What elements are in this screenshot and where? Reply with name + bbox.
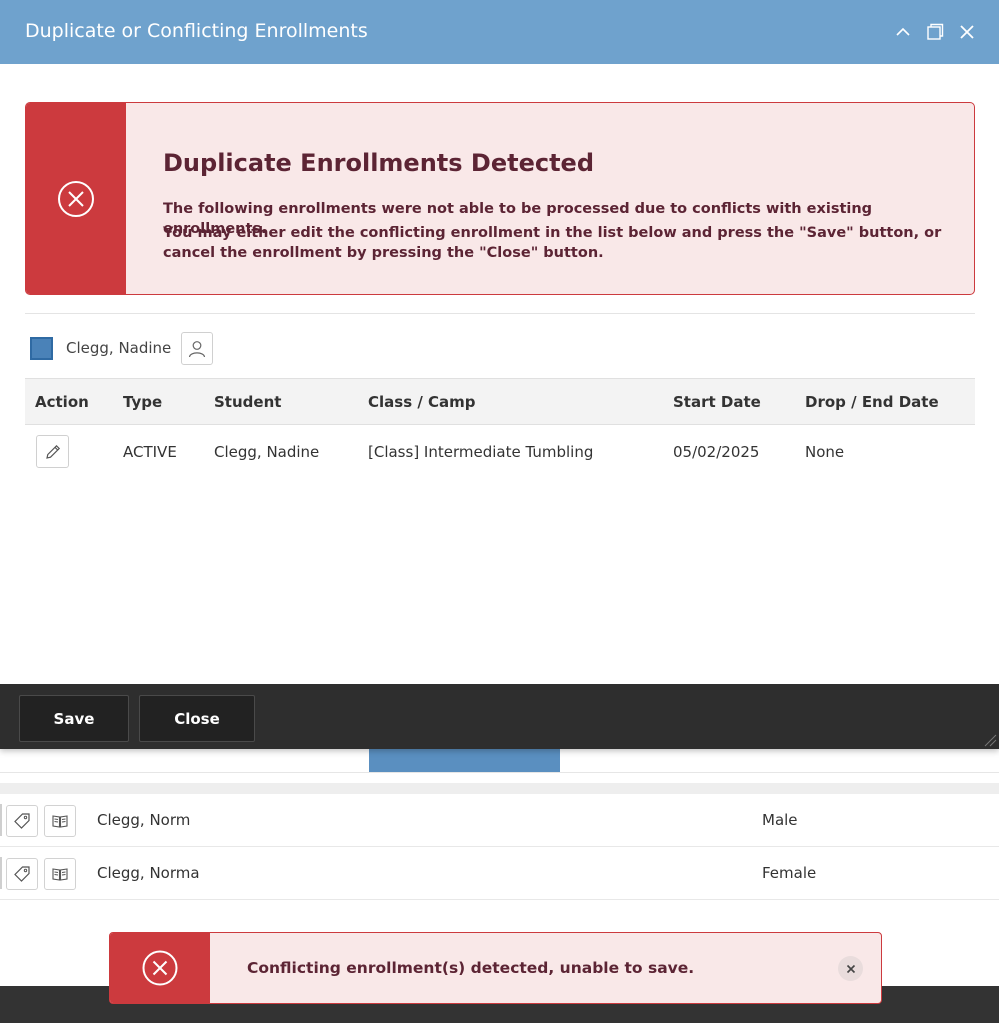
error-toast: Conflicting enrollment(s) detected, unab…	[109, 932, 882, 1004]
divider	[0, 783, 999, 794]
alert-instructions: You may either edit the conflicting enro…	[163, 225, 942, 261]
book-icon	[52, 868, 68, 881]
column-header-action: Action	[35, 393, 89, 411]
book-button[interactable]	[44, 858, 76, 890]
enrollment-student: Clegg, Nadine	[214, 443, 320, 461]
tag-button[interactable]	[6, 805, 38, 837]
alert-title: Duplicate Enrollments Detected	[163, 149, 595, 177]
table-row: Clegg, Norma Female	[0, 847, 999, 900]
enrollment-class: [Class] Intermediate Tumbling	[368, 443, 594, 461]
maximize-button[interactable]	[925, 22, 945, 42]
column-header-end-date: Drop / End Date	[805, 393, 939, 411]
enrollment-start-date: 05/02/2025	[673, 443, 760, 461]
grid-header: Action Type Student Class / Camp Start D…	[25, 378, 975, 425]
column-header-type: Type	[123, 393, 163, 411]
column-header-start-date: Start Date	[673, 393, 761, 411]
book-button[interactable]	[44, 805, 76, 837]
user-icon	[188, 340, 206, 357]
error-circle-icon	[58, 180, 94, 217]
toast-icon-panel	[110, 933, 210, 1003]
tag-icon	[14, 813, 30, 829]
tag-icon	[14, 866, 30, 882]
chevron-up-icon	[896, 27, 910, 36]
conflict-modal: Duplicate or Conflicting Enrollments Dup…	[0, 0, 999, 749]
toast-message: Conflicting enrollment(s) detected, unab…	[247, 959, 695, 977]
student-color-chip	[30, 337, 53, 360]
book-icon	[52, 815, 68, 828]
error-alert: Duplicate Enrollments Detected The follo…	[25, 102, 975, 295]
background-tab[interactable]	[369, 748, 560, 772]
close-icon	[846, 964, 855, 973]
tag-button[interactable]	[6, 858, 38, 890]
student-gender: Female	[762, 864, 817, 882]
close-icon	[960, 25, 974, 39]
row-edge	[0, 804, 2, 836]
student-name: Clegg, Nadine	[66, 339, 172, 357]
modal-header: Duplicate or Conflicting Enrollments	[0, 0, 999, 64]
divider	[25, 313, 975, 314]
enrollment-type: ACTIVE	[123, 443, 177, 461]
column-header-class: Class / Camp	[368, 393, 476, 411]
window-controls	[893, 22, 977, 42]
student-name: Clegg, Norma	[97, 864, 200, 882]
close-button[interactable]	[957, 22, 977, 42]
student-name: Clegg, Norm	[97, 811, 191, 829]
student-profile-button[interactable]	[181, 332, 213, 365]
edit-enrollment-button[interactable]	[36, 435, 69, 468]
enrollment-end-date: None	[805, 443, 845, 461]
table-row: ACTIVE Clegg, Nadine [Class] Intermediat…	[25, 425, 975, 477]
modal-footer: Save Close	[0, 684, 999, 749]
student-gender: Male	[762, 811, 798, 829]
row-edge	[0, 857, 2, 889]
pencil-icon	[45, 444, 60, 459]
close-button[interactable]: Close	[139, 695, 255, 742]
table-row: Clegg, Norm Male	[0, 794, 999, 847]
collapse-button[interactable]	[893, 22, 913, 42]
save-button[interactable]: Save	[19, 695, 129, 742]
resize-grip-icon[interactable]	[983, 733, 997, 747]
toast-close-button[interactable]	[838, 956, 863, 981]
maximize-icon	[927, 23, 944, 40]
column-header-student: Student	[214, 393, 282, 411]
error-circle-icon	[142, 950, 178, 986]
alert-icon-panel	[26, 103, 126, 294]
divider	[0, 772, 999, 773]
modal-title: Duplicate or Conflicting Enrollments	[25, 20, 368, 42]
